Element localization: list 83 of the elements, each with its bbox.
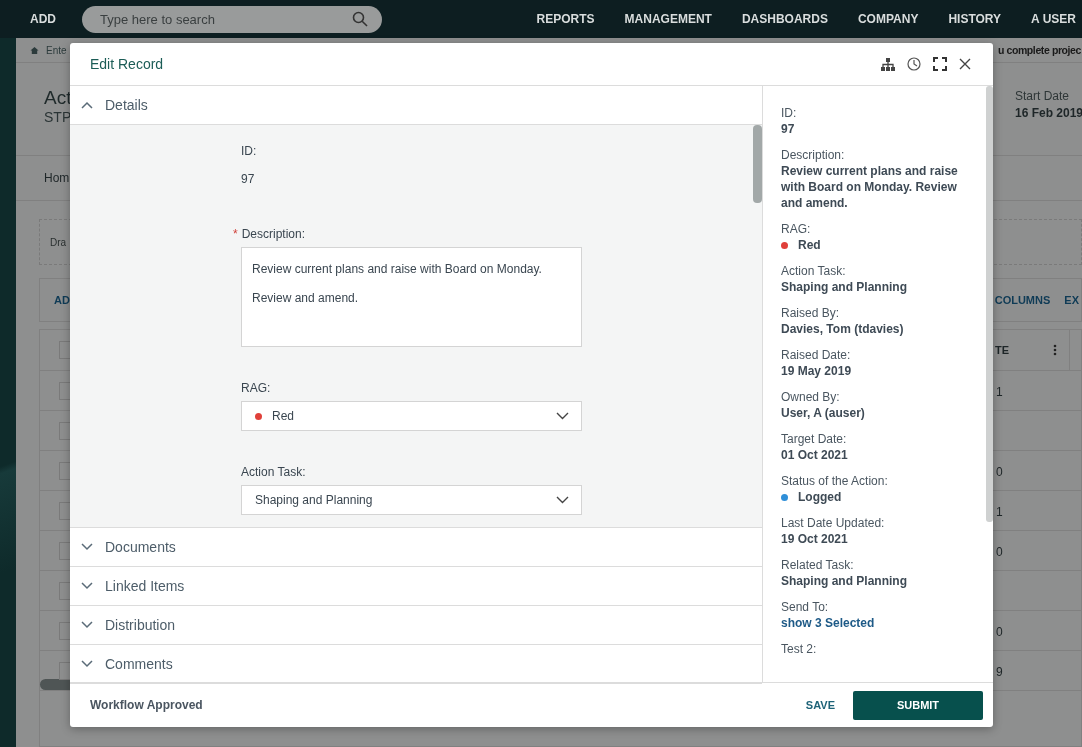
- tab[interactable]: Hom: [44, 171, 70, 185]
- summary-value: User, A (auser): [781, 405, 865, 421]
- required-marker: *: [233, 227, 238, 241]
- summary-label: Test 2:: [781, 641, 818, 657]
- select-field[interactable]: Red: [241, 401, 582, 431]
- description-textarea[interactable]: Review current plans and raise with Board on Monday. Review and amend.: [241, 247, 582, 347]
- nav-link[interactable]: DASHBOARDS: [741, 12, 828, 26]
- field-label: Description:: [241, 227, 306, 241]
- summary-value: Shaping and Planning: [781, 279, 907, 295]
- summary-value: 19 May 2019: [781, 363, 852, 379]
- summary-value: Review current plans and raise with Board on Monday. Review and amend.: [781, 163, 959, 211]
- select-field[interactable]: Shaping and Planning: [241, 485, 582, 515]
- home-icon[interactable]: [30, 45, 39, 55]
- table-cell: 1: [996, 384, 1003, 399]
- summary-label: Target Date:: [781, 431, 848, 447]
- banner-text: u complete projec: [997, 44, 1082, 56]
- accordion-header[interactable]: Comments: [70, 645, 762, 684]
- hierarchy-icon[interactable]: [881, 57, 895, 71]
- summary-value: 19 Oct 2021: [781, 531, 848, 547]
- summary-label: Raised Date:: [781, 347, 852, 363]
- workflow-status: Workflow Approved: [90, 698, 203, 712]
- summary-label: Description:: [781, 147, 846, 163]
- show-selected-link[interactable]: show 3 Selected: [781, 615, 875, 631]
- summary-label: Owned By:: [781, 389, 841, 405]
- accordion-header[interactable]: Linked Items: [70, 567, 762, 606]
- column-header[interactable]: TE: [995, 344, 1010, 356]
- page-subtitle: STP: [44, 109, 72, 125]
- submit-button[interactable]: SUBMIT: [853, 690, 983, 720]
- summary-value: 01 Oct 2021: [781, 447, 848, 463]
- table-cell: 0: [996, 624, 1003, 639]
- add-button[interactable]: ADD: [30, 12, 56, 26]
- fullscreen-icon[interactable]: [933, 57, 947, 71]
- scrollbar[interactable]: [986, 86, 993, 522]
- field-label: RAG:: [241, 381, 271, 395]
- dialog-title: Edit Record: [90, 56, 164, 72]
- field-label: ID:: [241, 144, 257, 158]
- close-icon[interactable]: [959, 58, 971, 70]
- breadcrumb-link[interactable]: Ente: [46, 44, 67, 56]
- summary-label: RAG:: [781, 221, 812, 237]
- export-button[interactable]: EX: [1064, 294, 1079, 306]
- summary-label: Send To:: [781, 599, 830, 615]
- clock-icon[interactable]: [907, 57, 921, 71]
- accordion-header[interactable]: Distribution: [70, 606, 762, 645]
- start-date-label: Start Date: [1015, 89, 1071, 103]
- summary-value: Shaping and Planning: [781, 573, 907, 589]
- summary-label: Action Task:: [781, 263, 847, 279]
- summary-label: Raised By:: [781, 305, 841, 321]
- scrollbar[interactable]: [753, 125, 762, 203]
- start-date-value: 16 Feb 2019: [1015, 106, 1082, 120]
- summary-label: Last Date Updated:: [781, 515, 886, 531]
- table-cell: 0: [996, 464, 1003, 479]
- save-button[interactable]: SAVE: [801, 695, 839, 715]
- nav-link[interactable]: MANAGEMENT: [624, 12, 712, 26]
- chevron-icon: [81, 543, 93, 551]
- table-cell: 1: [996, 504, 1003, 519]
- chevron-icon: [81, 582, 93, 590]
- summary-value: Logged: [798, 489, 842, 505]
- summary-label: Status of the Action:: [781, 473, 889, 489]
- summary-value: 97: [781, 121, 795, 137]
- caret-icon: [556, 496, 569, 504]
- chevron-icon: [81, 660, 93, 668]
- kebab-icon[interactable]: [1053, 344, 1057, 356]
- chevron-icon: [81, 621, 93, 629]
- summary-label: Related Task:: [781, 557, 855, 573]
- caret-icon: [556, 412, 569, 420]
- field-label: Action Task:: [241, 465, 306, 479]
- columns-button[interactable]: COLUMNS: [994, 294, 1051, 306]
- summary-label: ID:: [781, 105, 798, 121]
- field-value: 97: [241, 172, 256, 186]
- table-cell: 0: [996, 544, 1003, 559]
- add-button[interactable]: AD: [54, 294, 70, 306]
- search-field[interactable]: Type here to search: [82, 5, 382, 33]
- nav-link[interactable]: A USER: [1031, 12, 1076, 26]
- nav-link[interactable]: COMPANY: [857, 12, 919, 26]
- table-cell: 9: [996, 664, 1003, 679]
- nav-link[interactable]: REPORTS: [536, 12, 595, 26]
- search-icon[interactable]: [352, 10, 368, 27]
- page-title: Act: [44, 87, 72, 109]
- accordion-header[interactable]: Documents: [70, 528, 762, 567]
- nav-link[interactable]: HISTORY: [948, 12, 1002, 26]
- chevron-icon: [81, 101, 93, 109]
- summary-value: Davies, Tom (tdavies): [781, 321, 904, 337]
- summary-value: Red: [798, 237, 821, 253]
